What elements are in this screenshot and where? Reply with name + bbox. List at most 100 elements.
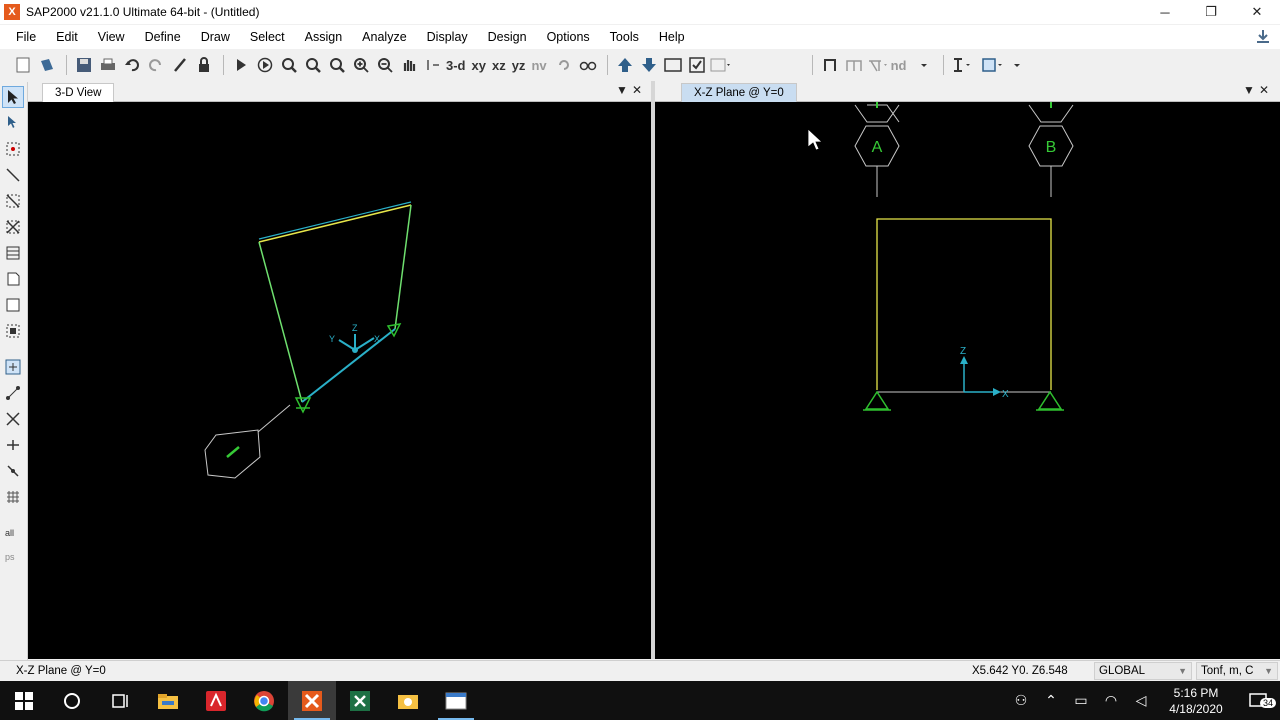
coordinate-system-select[interactable]: GLOBAL ▼ (1094, 662, 1192, 680)
draw-brace-icon[interactable] (867, 54, 889, 76)
print-icon[interactable] (97, 54, 119, 76)
lock-icon[interactable] (193, 54, 215, 76)
perspective-toggle-icon[interactable] (577, 54, 599, 76)
draw-point-icon[interactable] (2, 138, 24, 160)
pan-icon[interactable] (398, 54, 420, 76)
people-icon[interactable]: ⚇ (1006, 692, 1036, 709)
menu-display[interactable]: Display (417, 30, 478, 44)
restore-button[interactable]: ❐ (1188, 0, 1234, 24)
menu-assign[interactable]: Assign (295, 30, 353, 44)
download-icon[interactable] (1254, 28, 1272, 46)
quick-draw-frame-tool-icon[interactable] (2, 190, 24, 212)
rubber-band-zoom-icon[interactable] (278, 54, 300, 76)
rotate-view-icon[interactable] (553, 54, 575, 76)
chevron-up-icon[interactable]: ⌃ (1036, 692, 1066, 709)
menu-edit[interactable]: Edit (46, 30, 88, 44)
reshape-icon[interactable] (2, 112, 24, 134)
menu-design[interactable]: Design (478, 30, 537, 44)
new-model-icon[interactable] (12, 54, 34, 76)
quick-draw-frame-icon[interactable] (843, 54, 865, 76)
snap-ends-icon[interactable] (2, 382, 24, 404)
menu-help[interactable]: Help (649, 30, 695, 44)
undo-icon[interactable] (121, 54, 143, 76)
draw-nd-button[interactable]: nd (891, 54, 907, 76)
snap-points-icon[interactable] (2, 356, 24, 378)
minimize-button[interactable]: ─ (1142, 0, 1188, 24)
model-canvas-xz[interactable]: A B Z X (655, 102, 1280, 659)
view-3d-button[interactable]: 3-d (446, 54, 466, 76)
quick-draw-area-icon[interactable] (2, 320, 24, 342)
select-all-icon[interactable]: all (2, 518, 24, 540)
draw-section-icon[interactable] (950, 54, 972, 76)
toolbar-overflow-icon[interactable] (1006, 54, 1028, 76)
menu-tools[interactable]: Tools (600, 30, 649, 44)
windows-start-icon[interactable] (0, 681, 48, 720)
menu-draw[interactable]: Draw (191, 30, 240, 44)
menu-view[interactable]: View (88, 30, 135, 44)
view-pane-3d[interactable]: 3-D View ▼ ✕ Z Y X (28, 81, 651, 659)
snap-lines-icon[interactable] (2, 460, 24, 482)
taskbar-clock[interactable]: 5:16 PM 4/18/2020 (1156, 685, 1236, 717)
pane-menu-icon-right[interactable]: ▼ (1243, 83, 1255, 97)
pointer-icon[interactable] (2, 86, 24, 108)
run-now-icon[interactable] (254, 54, 276, 76)
get-previous-selection-icon[interactable]: ps (2, 544, 24, 566)
previous-zoom-icon[interactable] (326, 54, 348, 76)
view-pane-xz[interactable]: X-Z Plane @ Y=0 ▼ ✕ A B Z X (655, 81, 1280, 659)
snap-intersections-icon[interactable] (2, 408, 24, 430)
refresh-view-icon[interactable] (169, 54, 191, 76)
display-forces-dropdown-icon[interactable] (710, 54, 732, 76)
run-analysis-icon[interactable] (230, 54, 252, 76)
chrome-icon[interactable] (240, 681, 288, 720)
pane-close-icon-right[interactable]: ✕ (1259, 83, 1269, 97)
draw-rectangular-area-icon[interactable] (2, 294, 24, 316)
sap2000-taskbar-icon[interactable] (288, 681, 336, 720)
notification-center-icon[interactable]: 34 (1236, 692, 1280, 710)
menu-options[interactable]: Options (537, 30, 600, 44)
volume-icon[interactable]: ◁ (1126, 692, 1156, 709)
wifi-icon[interactable]: ◠ (1096, 692, 1126, 709)
snap-grid-icon[interactable] (2, 486, 24, 508)
restore-full-view-icon[interactable] (302, 54, 324, 76)
pane-close-icon[interactable]: ✕ (632, 83, 642, 97)
battery-icon[interactable]: ▭ (1066, 692, 1096, 709)
units-select[interactable]: Tonf, m, C ▼ (1196, 662, 1278, 680)
zoom-in-icon[interactable] (350, 54, 372, 76)
snap-perpendicular-icon[interactable] (2, 434, 24, 456)
excel-icon[interactable] (336, 681, 384, 720)
tab-3d-view[interactable]: 3-D View (42, 83, 115, 102)
view-nv-button[interactable]: nv (531, 54, 546, 76)
model-canvas-3d[interactable]: Z Y X (28, 102, 651, 659)
set-display-options-icon[interactable] (422, 54, 444, 76)
menu-select[interactable]: Select (240, 30, 295, 44)
draw-area-icon[interactable] (981, 54, 1004, 76)
open-model-icon[interactable] (36, 54, 58, 76)
draw-poly-area-icon[interactable] (2, 268, 24, 290)
zoom-out-icon[interactable] (374, 54, 396, 76)
redo-icon[interactable] (145, 54, 167, 76)
view-yz-button[interactable]: yz (512, 54, 526, 76)
tab-xz-plane[interactable]: X-Z Plane @ Y=0 (681, 83, 797, 102)
move-up-icon[interactable] (614, 54, 636, 76)
move-down-icon[interactable] (638, 54, 660, 76)
folder-app-icon[interactable] (384, 681, 432, 720)
save-icon[interactable] (73, 54, 95, 76)
draw-frame-icon[interactable] (819, 54, 841, 76)
draw-frame-tool-icon[interactable] (2, 164, 24, 186)
file-explorer-icon[interactable] (144, 681, 192, 720)
open-window-icon[interactable] (432, 681, 480, 720)
view-xz-button[interactable]: xz (492, 54, 506, 76)
view-xy-button[interactable]: xy (472, 54, 486, 76)
quick-draw-braces-icon[interactable] (2, 216, 24, 238)
menu-analyze[interactable]: Analyze (352, 30, 416, 44)
show-undeformed-icon[interactable] (662, 54, 684, 76)
pane-menu-icon[interactable]: ▼ (616, 83, 628, 97)
check-model-icon[interactable] (686, 54, 708, 76)
acrobat-icon[interactable] (192, 681, 240, 720)
cortana-search-icon[interactable] (48, 681, 96, 720)
menu-file[interactable]: File (6, 30, 46, 44)
nd-dropdown-icon[interactable] (913, 54, 935, 76)
quick-draw-secondary-beams-icon[interactable] (2, 242, 24, 264)
menu-define[interactable]: Define (135, 30, 191, 44)
task-view-icon[interactable] (96, 681, 144, 720)
